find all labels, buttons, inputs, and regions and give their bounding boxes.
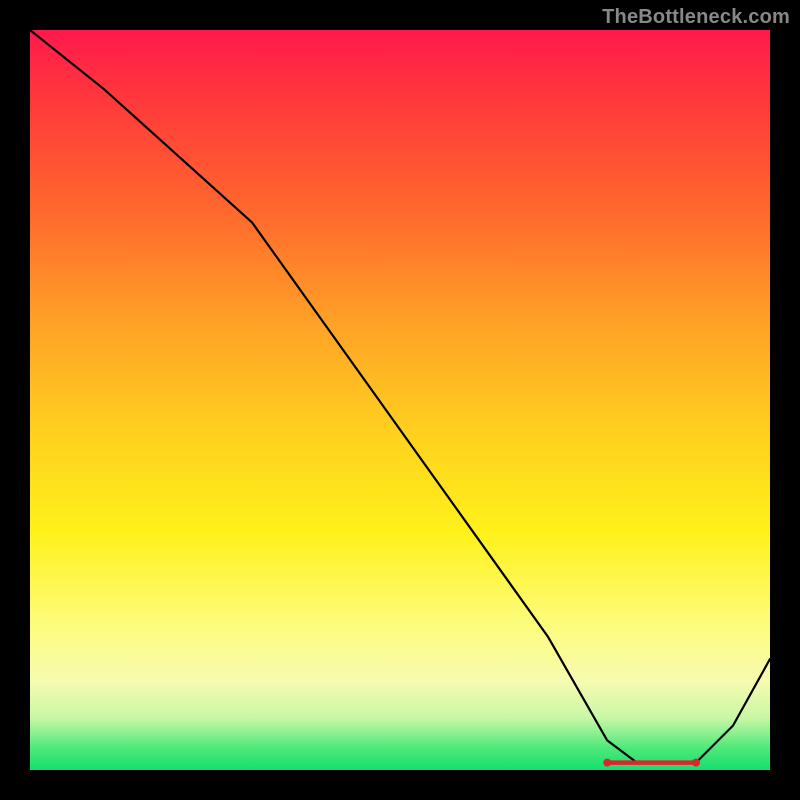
highlight-dot-start [603,759,611,767]
plot-area [30,30,770,770]
highlight-dot-end [692,759,700,767]
chart-svg [30,30,770,770]
chart-line [30,30,770,763]
chart-frame: TheBottleneck.com [0,0,800,800]
watermark-text: TheBottleneck.com [602,6,790,29]
